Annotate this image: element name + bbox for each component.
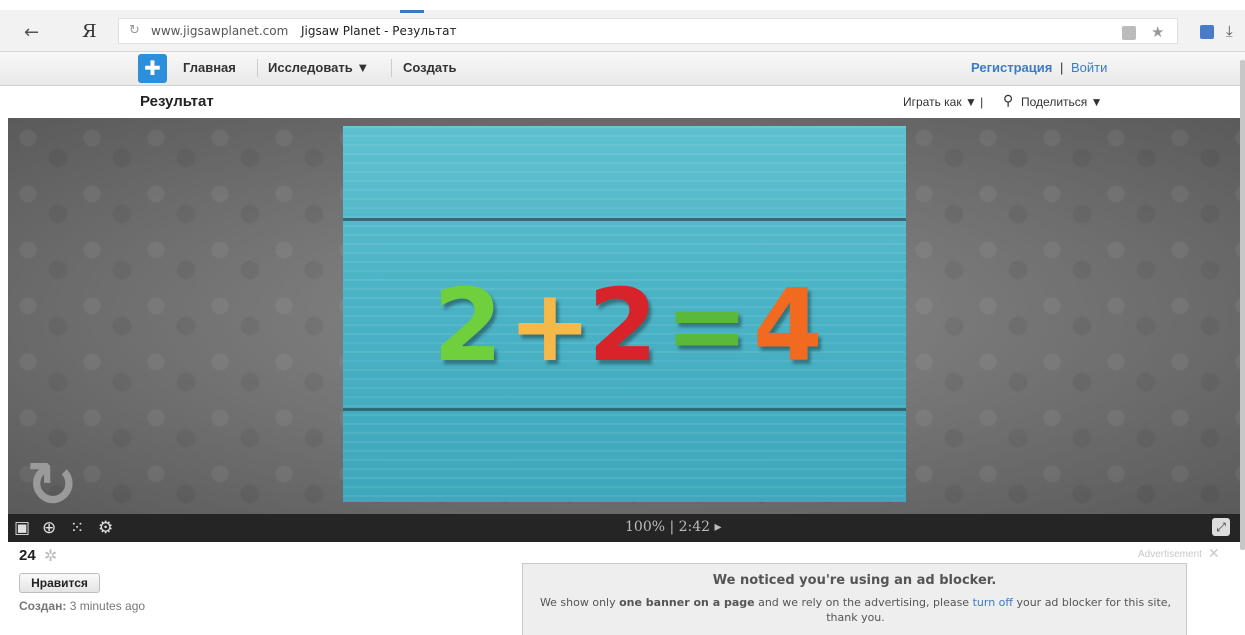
reload-icon[interactable]: ↻ [129,23,140,38]
progress-timer: 100% | 2:42 ▸ [625,519,722,535]
nav-home[interactable]: Главная [183,60,236,75]
notice-text-part: and we rely on the advertising, please [754,596,973,609]
advertisement-label: Advertisement [1138,549,1202,560]
site-navigation: ✚ Главная Исследовать ▼ Создать Регистра… [0,52,1245,86]
adblock-notice-text: We show only one banner on a page and we… [533,595,1178,625]
notice-text-part: We show only [539,596,620,609]
equation-digit-2: 2 [433,267,503,384]
equation-equals-sign: = [665,267,749,384]
scatter-pieces-icon[interactable]: ⁙ [70,518,84,538]
ghost-image-icon[interactable]: ⊕ [42,518,56,538]
tab-title: Jigsaw Planet - Результат [301,24,457,38]
active-tab-indicator [400,10,424,13]
jigsaw-planet-logo-icon[interactable]: ✚ [138,54,167,83]
play-as-dropdown[interactable]: Играть как ▼ | [903,95,983,109]
extension-icon[interactable] [1200,25,1214,39]
lock-icon[interactable] [1122,26,1136,40]
puzzle-play-area[interactable]: ↻ 2 + 2 = 4 [8,118,1241,521]
equation-digit-2: 2 [588,267,658,384]
share-icon[interactable]: ⚲ [1003,93,1013,109]
turn-off-link[interactable]: turn off [973,596,1013,609]
adblock-notice-title: We noticed you're using an ad blocker. [712,573,997,588]
nav-divider [391,59,392,77]
address-bar[interactable]: ↻ www.jigsawplanet.com Jigsaw Planet - Р… [118,18,1178,44]
browser-toolbar: ← Я ↻ www.jigsawplanet.com Jigsaw Planet… [0,10,1245,52]
board-seam [343,218,906,221]
created-info: Создан: 3 minutes ago [19,599,145,613]
close-ad-icon[interactable]: ✕ [1208,546,1220,562]
puzzle-controls-bar: ▣ ⊕ ⁙ ⚙ 100% | 2:42 ▸ ⤢ [8,514,1241,542]
nav-divider [257,59,258,77]
equation-plus-sign: + [508,267,592,384]
adblock-notice: We noticed you're using an ad blocker. W… [522,563,1187,635]
auth-separator: | [1060,60,1064,75]
created-label: Создан: [19,599,67,613]
page-scrollbar[interactable] [1240,60,1245,550]
back-arrow-icon[interactable]: ← [24,22,39,43]
page-header: Результат Играть как ▼ | ⚲ Поделиться ▼ [0,86,1245,118]
fullscreen-icon[interactable]: ⤢ [1212,518,1230,536]
image-preview-icon[interactable]: ▣ [14,518,30,538]
created-time: 3 minutes ago [69,599,146,613]
bookmark-star-icon[interactable]: ★ [1151,23,1164,41]
share-dropdown[interactable]: Поделиться ▼ [1021,95,1102,109]
board-seam [343,408,906,411]
restart-icon[interactable]: ↻ [26,448,78,521]
yandex-logo[interactable]: Я [82,21,97,42]
completed-puzzle-image: 2 + 2 = 4 [343,126,906,502]
login-link[interactable]: Войти [1071,60,1107,75]
nav-create[interactable]: Создать [403,60,456,75]
pieces-count: 24 [19,547,36,564]
register-link[interactable]: Регистрация [971,60,1052,75]
settings-gear-icon[interactable]: ⚙ [98,518,113,538]
like-button[interactable]: Нравится [19,573,100,593]
page-title: Результат [140,93,214,110]
download-icon[interactable]: ⤓ [1226,22,1233,40]
equation-digit-4: 4 [753,267,823,384]
puzzle-piece-icon: ✲ [44,546,58,565]
nav-explore[interactable]: Исследовать ▼ [268,60,369,75]
url-text: www.jigsawplanet.com [151,24,289,38]
notice-text-bold: one banner on a page [619,596,755,609]
